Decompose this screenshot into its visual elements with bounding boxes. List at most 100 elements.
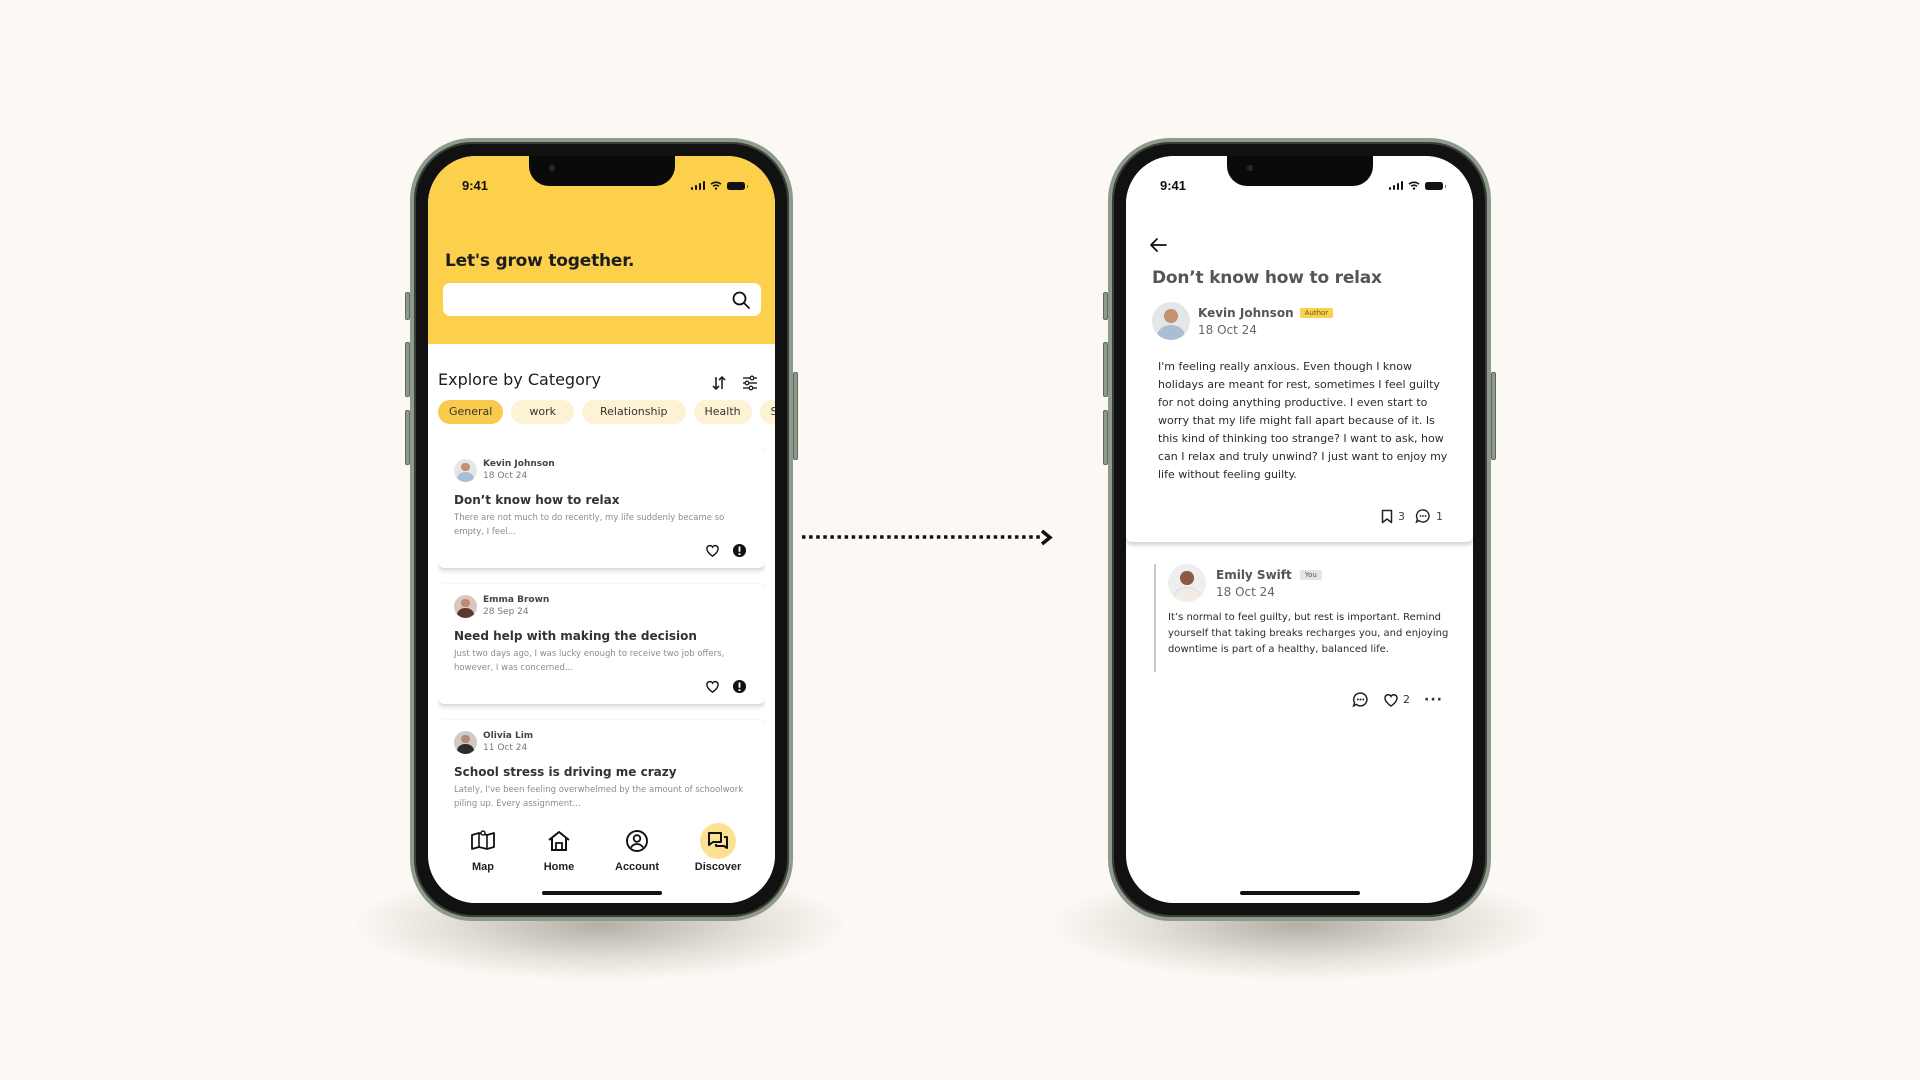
post-excerpt: Just two days ago, I was lucky enough to… (454, 649, 725, 673)
nav-home[interactable]: Home (519, 823, 599, 873)
post-feed: Kevin Johnson 18 Oct 24 Don’t know how t… (438, 448, 765, 813)
post-excerpt: Lately, I've been feeling overwhelmed by… (454, 785, 744, 809)
nav-label: Map (472, 861, 494, 873)
comment-date: 18 Oct 24 (1216, 584, 1275, 599)
avatar (1168, 564, 1206, 602)
phone-right: 9:41 Don’t know how to relax Kevin Johns… (1103, 138, 1496, 921)
reply-icon[interactable] (1352, 691, 1369, 708)
home-indicator (541, 891, 662, 895)
post-stats: 3 1 (1381, 508, 1443, 524)
heart-icon[interactable] (705, 679, 720, 694)
power-button (1491, 372, 1496, 460)
bookmark-icon (1381, 509, 1393, 523)
chip-relationship[interactable]: Relationship (581, 400, 686, 424)
account-icon (626, 830, 648, 852)
author-name: Kevin Johnson (483, 459, 555, 469)
avatar (454, 458, 477, 482)
screen-post-detail: 9:41 Don’t know how to relax Kevin Johns… (1126, 156, 1473, 903)
chip-health[interactable]: Health (693, 400, 752, 424)
post-card[interactable]: Kevin Johnson 18 Oct 24 Don’t know how t… (438, 448, 765, 568)
comment-author: Emily Swift (1216, 567, 1292, 582)
post-card[interactable]: Olivia Lim 11 Oct 24 School stress is dr… (438, 720, 765, 813)
search-icon[interactable] (731, 290, 751, 310)
nav-label: Account (615, 861, 659, 873)
battery-icon (1425, 182, 1446, 190)
active-indicator (700, 823, 736, 859)
nav-label: Home (543, 861, 575, 873)
sliders-icon[interactable] (741, 374, 759, 392)
author-name: Emma Brown (483, 595, 550, 605)
chip-work[interactable]: work (511, 400, 574, 424)
volume-down-button (1103, 410, 1108, 465)
phone-left: 9:41 Let's grow together. Explore by Cat… (405, 138, 798, 921)
post-card[interactable]: Emma Brown 28 Sep 24 Need help with maki… (438, 584, 765, 704)
flow-arrow (802, 529, 1053, 546)
section-title: Explore by Category (438, 370, 601, 389)
bookmark-count: 3 (1398, 509, 1405, 523)
comments-button[interactable]: 1 (1415, 508, 1443, 524)
post-panel (1126, 156, 1473, 542)
post-body: I'm feeling really anxious. Even though … (1158, 360, 1448, 481)
post-date: 28 Sep 24 (483, 607, 529, 617)
home-icon (548, 831, 570, 851)
post-excerpt: There are not much to do recently, my li… (454, 513, 725, 537)
you-badge: You (1299, 569, 1322, 580)
sort-icon[interactable] (711, 374, 727, 392)
notch (1226, 156, 1373, 186)
chip-social[interactable]: Soci (759, 400, 775, 424)
comment-actions: 2 ··· (1352, 691, 1443, 708)
greeting-heading: Let's grow together. (445, 251, 635, 271)
search-bar[interactable] (443, 283, 761, 316)
alert-icon[interactable] (732, 679, 747, 694)
status-time: 9:41 (1160, 178, 1187, 193)
screen-discover: 9:41 Let's grow together. Explore by Cat… (428, 156, 775, 903)
home-indicator (1239, 891, 1360, 895)
comment: Emily Swift You 18 Oct 24 It’s normal to … (1154, 564, 1453, 672)
mute-switch (1103, 292, 1108, 320)
bookmark-button[interactable]: 3 (1381, 509, 1405, 524)
post-title: Need help with making the decision (454, 629, 697, 643)
post-date: 18 Oct 24 (483, 471, 528, 481)
heart-icon (1384, 693, 1398, 707)
heart-icon[interactable] (705, 543, 720, 558)
nav-account[interactable]: Account (597, 823, 677, 873)
wifi-icon (710, 181, 722, 190)
notch (528, 156, 675, 186)
post-title: Don’t know how to relax (454, 493, 620, 507)
map-icon (471, 830, 495, 850)
back-arrow-icon[interactable] (1148, 236, 1168, 254)
author-name: Kevin Johnson (1198, 305, 1294, 320)
battery-icon (727, 182, 748, 190)
post-title: Don’t know how to relax (1152, 268, 1382, 288)
alert-icon[interactable] (732, 543, 747, 558)
comment-icon (1415, 509, 1430, 524)
search-input[interactable] (443, 283, 761, 316)
like-count: 2 (1403, 693, 1411, 706)
nav-map[interactable]: Map (443, 823, 523, 873)
post-title: School stress is driving me crazy (454, 765, 677, 779)
status-time: 9:41 (462, 178, 489, 193)
chip-general[interactable]: General (438, 400, 504, 424)
wifi-icon (1408, 181, 1420, 190)
chat-bubbles-icon (708, 832, 728, 849)
comment-text: It’s normal to feel guilty, but rest is … (1168, 612, 1449, 655)
comment-count: 1 (1436, 509, 1443, 523)
signal-icon (690, 181, 705, 190)
author-badge: Author (1299, 307, 1334, 318)
post-date: 18 Oct 24 (1198, 322, 1257, 337)
avatar (454, 594, 477, 618)
like-button[interactable]: 2 (1383, 692, 1410, 708)
volume-up-button (405, 342, 410, 397)
volume-up-button (1103, 342, 1108, 397)
signal-icon (1388, 181, 1403, 190)
power-button (793, 372, 798, 460)
post-author: Kevin Johnson Author 18 Oct 24 (1152, 302, 1334, 340)
mute-switch (405, 292, 410, 320)
avatar (454, 730, 477, 754)
bottom-nav: Map Home Account Discover (428, 813, 775, 903)
nav-label: Discover (694, 861, 742, 873)
nav-discover[interactable]: Discover (678, 823, 758, 873)
avatar (1152, 302, 1190, 340)
more-options-icon[interactable]: ··· (1424, 692, 1443, 708)
post-date: 11 Oct 24 (483, 743, 528, 753)
